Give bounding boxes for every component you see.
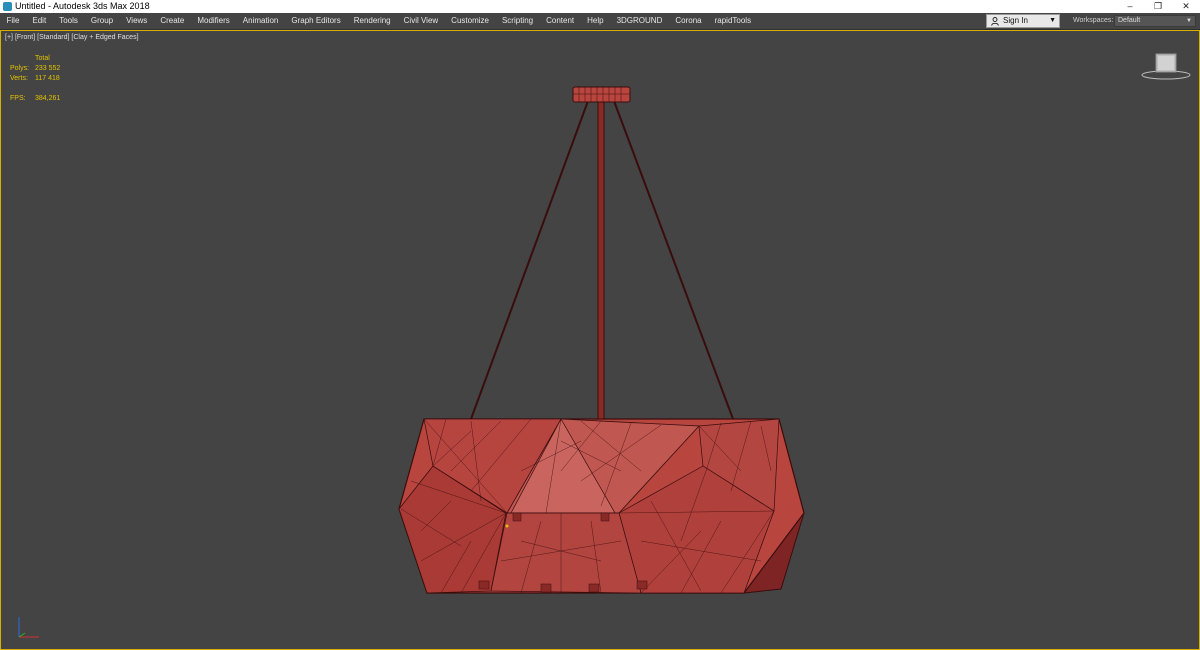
stats-header: Total — [35, 55, 50, 62]
minimize-button[interactable]: – — [1116, 0, 1144, 13]
menu-3dground[interactable]: 3DGROUND — [610, 13, 669, 29]
window-title: Untitled - Autodesk 3ds Max 2018 — [15, 1, 150, 11]
menu-edit[interactable]: Edit — [26, 13, 53, 29]
viewport-label: [+] [Front] [Standard] [Clay + Edged Fac… — [5, 34, 139, 41]
fps-value: 384,261 — [35, 95, 61, 102]
verts-label: Verts: — [10, 75, 28, 82]
menu-help[interactable]: Help — [581, 13, 610, 29]
menu-animation[interactable]: Animation — [236, 13, 285, 29]
polys-value: 233 552 — [35, 65, 61, 72]
menu-group[interactable]: Group — [84, 13, 119, 29]
polys-label: Polys: — [10, 65, 30, 72]
chevron-down-icon: ▼ — [1049, 17, 1056, 24]
window-controls: – ❐ ✕ — [1116, 0, 1200, 13]
viewport-menu-plus[interactable]: [+] — [5, 34, 13, 41]
menu-scripting[interactable]: Scripting — [495, 13, 539, 29]
axis-tripod-icon — [18, 617, 39, 638]
chevron-down-icon: ▼ — [1186, 18, 1192, 24]
menu-modifiers[interactable]: Modifiers — [191, 13, 236, 29]
menu-file[interactable]: File — [0, 13, 26, 29]
menu-create[interactable]: Create — [154, 13, 191, 29]
app-icon — [3, 2, 12, 11]
menu-rendering[interactable]: Rendering — [347, 13, 397, 29]
workspaces-select[interactable]: Default ▼ — [1114, 15, 1196, 27]
restore-button[interactable]: ❐ — [1144, 0, 1172, 13]
menu-corona[interactable]: Corona — [669, 13, 708, 29]
user-icon — [991, 17, 999, 26]
main-menu: File Edit Tools Group Views Create Modif… — [0, 13, 758, 29]
close-button[interactable]: ✕ — [1172, 0, 1200, 13]
title-bar: Untitled - Autodesk 3ds Max 2018 – ❐ ✕ — [0, 0, 1200, 13]
workspaces-label: Workspaces: — [1073, 17, 1114, 24]
sign-in-dropdown[interactable]: Sign In ▼ — [986, 14, 1060, 28]
menu-content[interactable]: Content — [540, 13, 581, 29]
menu-customize[interactable]: Customize — [445, 13, 496, 29]
menu-civil-view[interactable]: Civil View — [397, 13, 445, 29]
menu-views[interactable]: Views — [120, 13, 154, 29]
verts-value: 117 418 — [35, 75, 60, 82]
menu-tools[interactable]: Tools — [53, 13, 85, 29]
workspaces-value: Default — [1118, 17, 1141, 24]
viewport-shading-mode[interactable]: [Clay + Edged Faces] — [71, 34, 138, 41]
menu-rapidtools[interactable]: rapidTools — [708, 13, 757, 29]
viewport-point-of-view[interactable]: [Front] — [15, 34, 35, 41]
menu-bar: File Edit Tools Group Views Create Modif… — [0, 13, 1200, 30]
lamp-model-render[interactable] — [1, 31, 1199, 649]
viewport-shading-standard[interactable]: [Standard] — [37, 34, 69, 41]
menu-graph-editors[interactable]: Graph Editors — [285, 13, 347, 29]
fps-label: FPS: — [10, 95, 26, 102]
sign-in-label: Sign In — [1003, 16, 1028, 25]
front-viewport[interactable]: [+] [Front] [Standard] [Clay + Edged Fac… — [0, 30, 1200, 650]
viewcube-icon[interactable] — [1141, 51, 1191, 81]
